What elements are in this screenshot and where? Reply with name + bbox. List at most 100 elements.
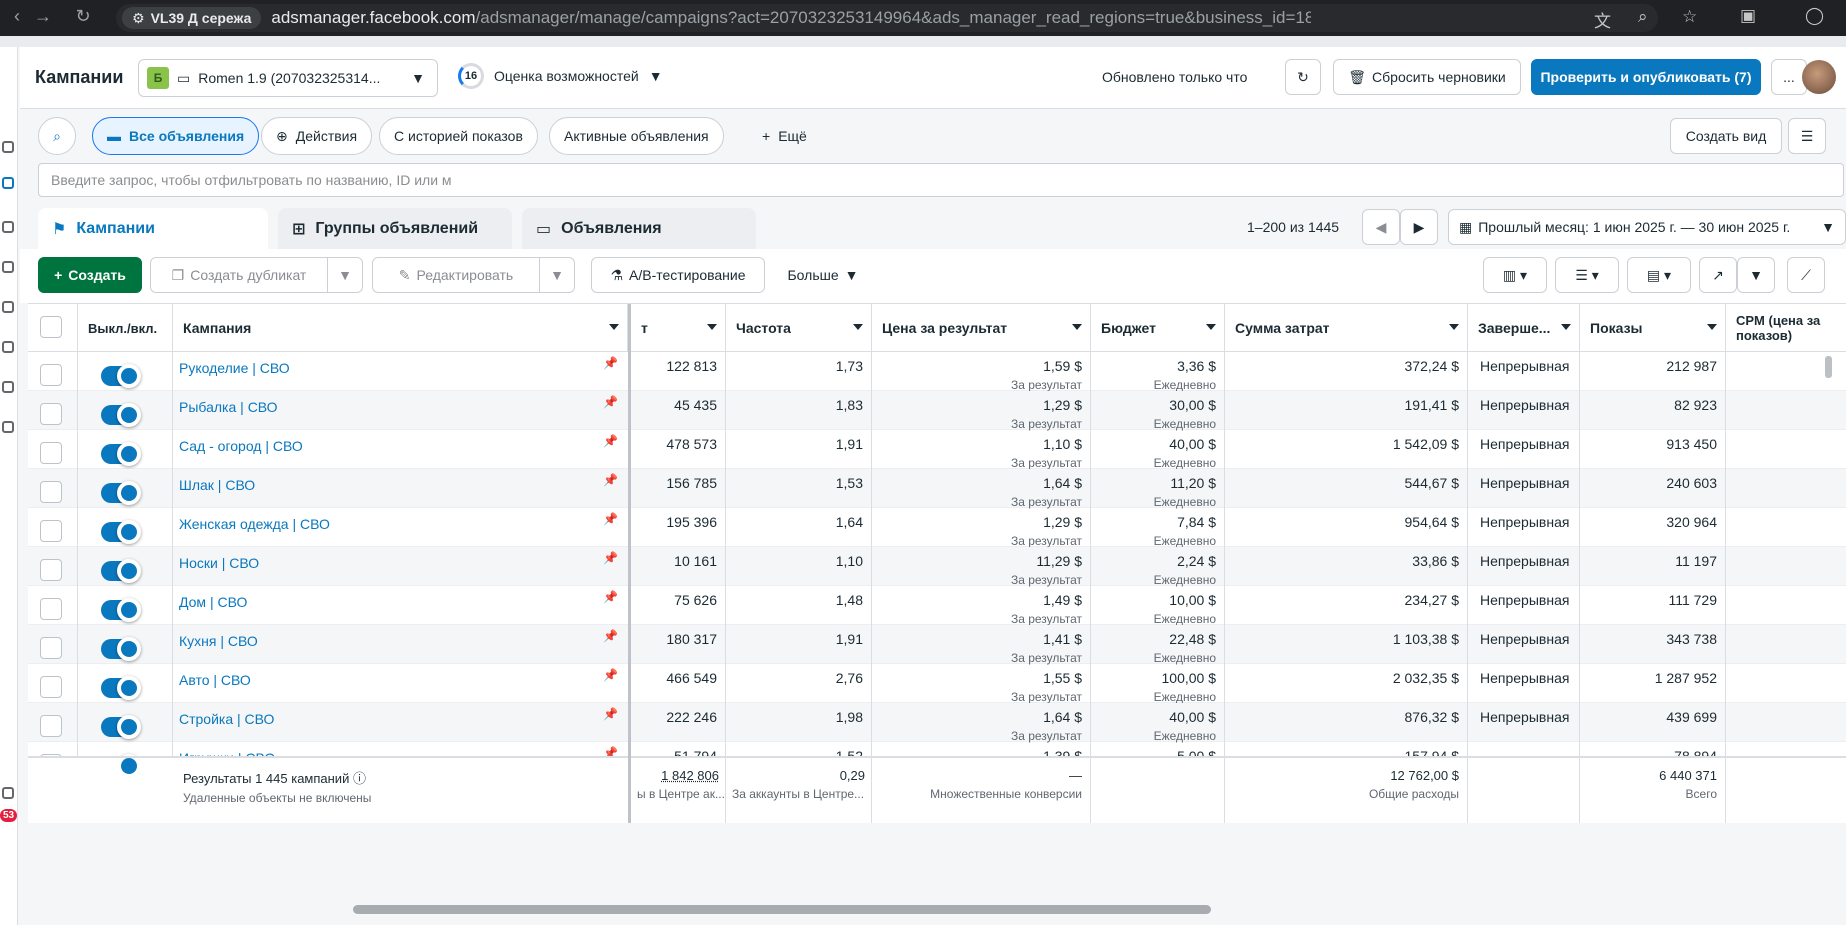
table-row[interactable]: Стройка | СВО 📌 222 246 1,98 1,64 $ За ре… (28, 703, 1846, 743)
zoom-icon[interactable]: ⌕ (1638, 7, 1648, 27)
campaign-toggle[interactable] (101, 520, 141, 544)
campaign-name-link[interactable]: Рукоделие | СВО (179, 360, 290, 376)
url-text[interactable]: adsmanager.facebook.com/adsmanager/manag… (271, 8, 1311, 28)
tab-campaigns[interactable]: ⚑ Кампании (38, 208, 268, 250)
table-row[interactable]: Рыбалка | СВО 📌 45 435 1,83 1,29 $ За рез… (28, 391, 1846, 431)
next-page-button[interactable]: ▶ (1400, 209, 1438, 245)
row-checkbox[interactable] (40, 442, 62, 464)
col-impressions[interactable]: Показы (1580, 304, 1726, 352)
filter-more[interactable]: + Ещё (748, 117, 821, 155)
translate-icon[interactable]: 文 (1594, 7, 1611, 32)
pin-icon[interactable]: 📌 (603, 668, 618, 682)
edit-button[interactable]: ✎ Редактировать (372, 257, 540, 293)
pin-icon[interactable]: 📌 (603, 629, 618, 643)
export-button[interactable]: ↗ (1699, 257, 1737, 293)
filter-active-ads[interactable]: Активные объявления (549, 117, 724, 155)
tab-ads[interactable]: ▭ Объявления (522, 208, 756, 250)
rail-icon-3[interactable] (2, 221, 14, 233)
campaign-toggle[interactable] (101, 559, 141, 583)
campaign-name-link[interactable]: Дом | СВО (179, 594, 247, 610)
create-button[interactable]: + Создать (38, 257, 142, 293)
campaign-name-link[interactable]: Женская одежда | СВО (179, 516, 330, 532)
pin-icon[interactable]: 📌 (603, 551, 618, 565)
forward-icon[interactable]: → (26, 6, 60, 27)
col-end[interactable]: Заверше... (1468, 304, 1580, 352)
horizontal-scrollbar[interactable] (353, 905, 1211, 914)
campaign-name-link[interactable]: Шлак | СВО (179, 477, 255, 493)
table-row[interactable]: Кухня | СВО 📌 180 317 1,91 1,41 $ За резу… (28, 625, 1846, 665)
campaign-toggle[interactable] (101, 676, 141, 700)
pin-icon[interactable]: 📌 (603, 512, 618, 526)
row-checkbox[interactable] (40, 559, 62, 581)
rail-icon-8[interactable] (2, 421, 14, 433)
campaign-toggle[interactable] (101, 481, 141, 505)
prev-page-button[interactable]: ◀ (1362, 209, 1400, 245)
select-all-checkbox[interactable] (40, 316, 62, 338)
avatar[interactable] (1802, 60, 1836, 94)
campaign-name-link[interactable]: Стройка | СВО (179, 711, 274, 727)
rail-icon-9[interactable] (2, 787, 14, 799)
col-campaign[interactable]: Кампания (173, 304, 628, 352)
budget-cell[interactable]: 40,00 $ Ежедневно (1091, 430, 1225, 470)
info-icon[interactable]: ⓘ (353, 771, 366, 786)
view-settings-button[interactable]: ☰ (1788, 118, 1826, 154)
row-checkbox[interactable] (40, 715, 62, 737)
pin-icon[interactable]: 📌 (603, 395, 618, 409)
reports-button[interactable]: ▤ ▾ (1627, 257, 1691, 293)
rail-icon-4[interactable] (2, 261, 14, 273)
filter-actions[interactable]: ⊕ Действия (261, 117, 373, 155)
pin-icon[interactable]: 📌 (603, 434, 618, 448)
table-row[interactable]: Женская одежда | СВО 📌 195 396 1,64 1,29… (28, 508, 1846, 548)
date-range-picker[interactable]: ▦ Прошлый месяц: 1 июн 2025 г. — 30 июн 2… (1448, 209, 1846, 245)
export-dropdown[interactable]: ▼ (1737, 257, 1775, 293)
rail-icon-6[interactable] (2, 341, 14, 353)
campaign-name-link[interactable]: Сад - огород | СВО (179, 438, 303, 454)
table-row[interactable]: Дом | СВО 📌 75 626 1,48 1,49 $ За результ… (28, 586, 1846, 626)
campaign-toggle[interactable] (101, 637, 141, 661)
col-budget[interactable]: Бюджет (1091, 304, 1225, 352)
account-icon[interactable]: ◯ (1805, 6, 1824, 26)
col-spend[interactable]: Сумма затрат (1225, 304, 1468, 352)
create-view-button[interactable]: Создать вид (1670, 118, 1782, 154)
table-row[interactable]: Носки | СВО 📌 10 161 1,10 11,29 $ За резу… (28, 547, 1846, 587)
campaign-toggle[interactable] (101, 442, 141, 466)
table-row[interactable]: Авто | СВО 📌 466 549 2,76 1,55 $ За резул… (28, 664, 1846, 704)
col-cpm[interactable]: CPM (цена за показов) (1726, 304, 1846, 352)
duplicate-dropdown[interactable]: ▼ (327, 257, 363, 293)
address-bar[interactable]: ⚙ VL39 Д сережа adsmanager.facebook.com/… (116, 4, 1697, 32)
rail-icon-1[interactable] (2, 141, 14, 153)
campaign-name-link[interactable]: Кухня | СВО (179, 633, 258, 649)
budget-cell[interactable]: 100,00 $ Ежедневно (1091, 664, 1225, 704)
account-selector[interactable]: Б ▭ Romen 1.9 (207032325314... ▼ (138, 59, 438, 97)
col-frequency[interactable]: Частота (726, 304, 872, 352)
filter-with-history[interactable]: С историей показов (379, 117, 538, 155)
col-cost-per-result[interactable]: Цена за результат (872, 304, 1091, 352)
refresh-button[interactable]: ↻ (1285, 59, 1321, 95)
campaign-toggle[interactable] (101, 598, 141, 622)
extensions-icon[interactable]: ▣ (1740, 6, 1756, 26)
budget-cell[interactable]: 2,24 $ Ежедневно (1091, 547, 1225, 587)
row-checkbox[interactable] (40, 403, 62, 425)
search-input[interactable]: Введите запрос, чтобы отфильтровать по н… (38, 163, 1844, 197)
filter-all-ads[interactable]: ▬ Все объявления (92, 117, 260, 155)
rail-icon-campaigns[interactable] (2, 177, 14, 189)
campaign-name-link[interactable]: Носки | СВО (179, 555, 259, 571)
campaign-toggle[interactable] (101, 715, 141, 739)
row-checkbox[interactable] (40, 481, 62, 503)
campaign-name-link[interactable]: Авто | СВО (179, 672, 251, 688)
opportunity-score[interactable]: 16 Оценка возможностей ▼ (458, 63, 663, 89)
pin-icon[interactable]: 📌 (603, 707, 618, 721)
budget-cell[interactable]: 3,36 $ Ежедневно (1091, 352, 1225, 392)
budget-cell[interactable]: 7,84 $ Ежедневно (1091, 508, 1225, 548)
tab-ad-sets[interactable]: ⊞ Группы объявлений (278, 208, 512, 250)
search-toggle-button[interactable]: ⌕ (38, 117, 76, 155)
reload-icon[interactable]: ↻ (66, 6, 100, 27)
table-row[interactable]: Шлак | СВО 📌 156 785 1,53 1,64 $ За резул… (28, 469, 1846, 509)
row-checkbox[interactable] (40, 637, 62, 659)
row-checkbox[interactable] (40, 364, 62, 386)
table-row[interactable]: Сад - огород | СВО 📌 478 573 1,91 1,10 $… (28, 430, 1846, 470)
col-reach[interactable]: т (631, 304, 726, 352)
budget-cell[interactable]: 10,00 $ Ежедневно (1091, 586, 1225, 626)
rail-icon-5[interactable] (2, 301, 14, 313)
publish-button[interactable]: Проверить и опубликовать (7) (1531, 59, 1761, 95)
